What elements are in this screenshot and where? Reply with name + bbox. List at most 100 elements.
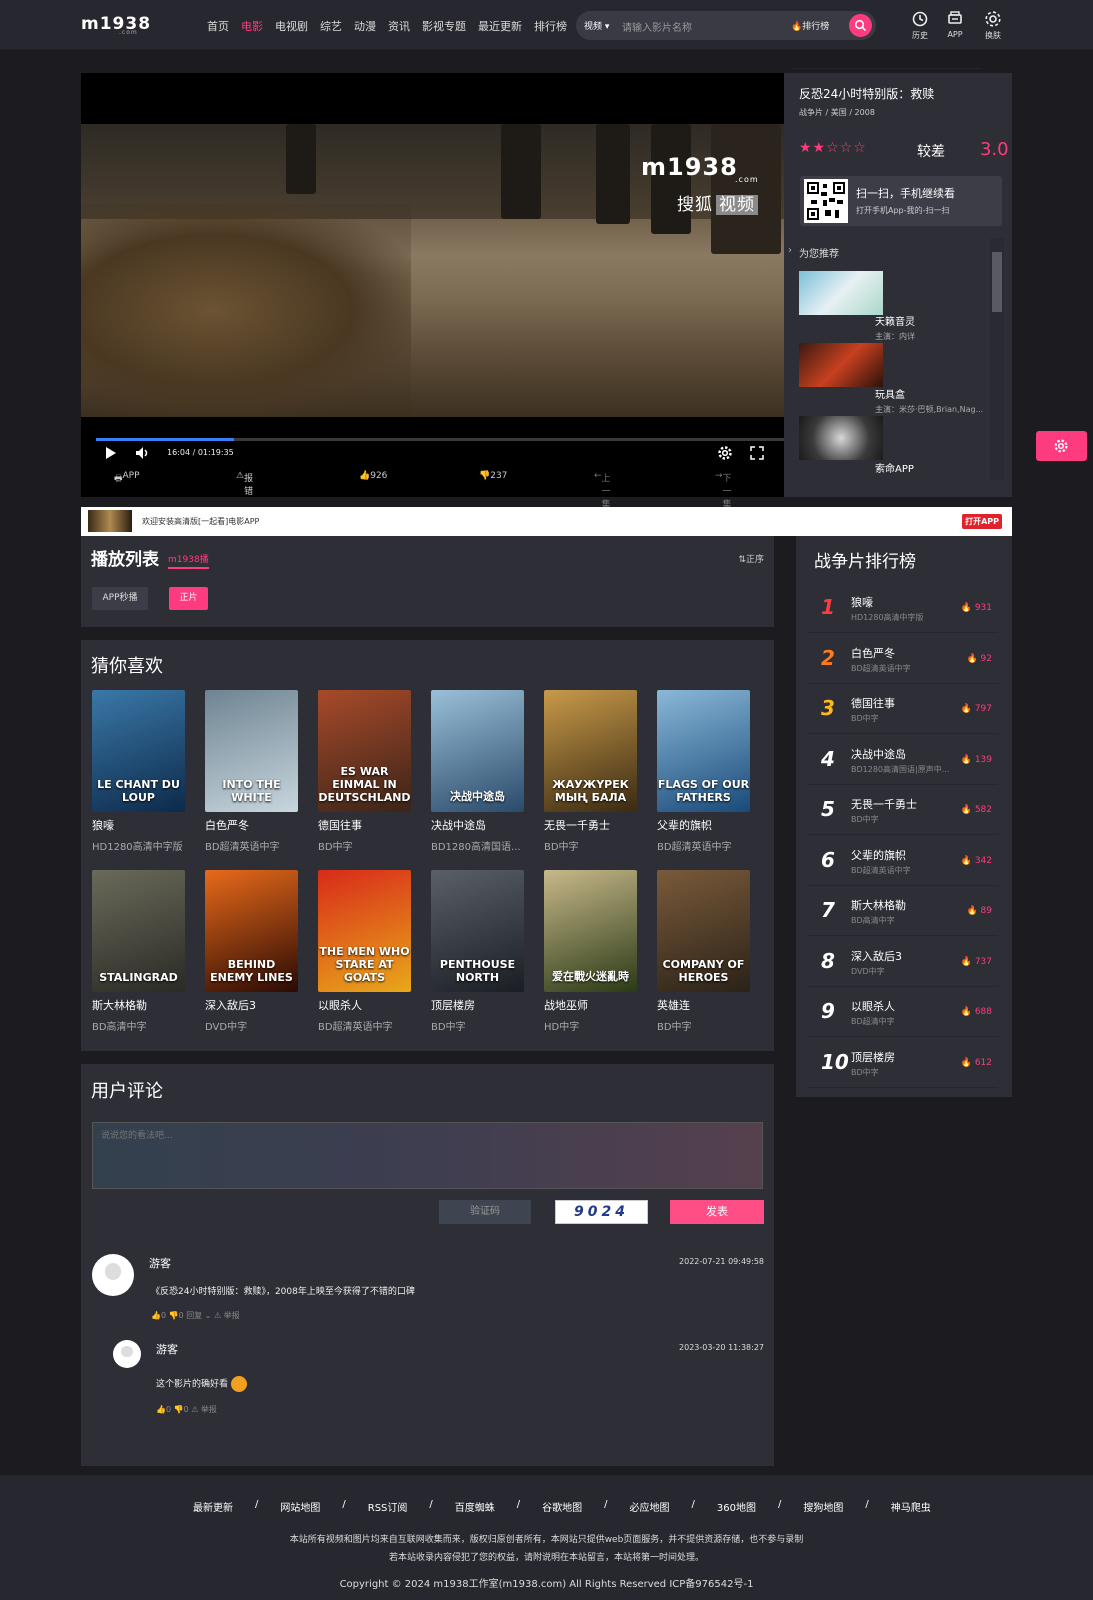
comment-actions[interactable]: 👍0 👎0 回复 ⌄ ⚠ 举报 <box>151 1310 240 1321</box>
prev-episode[interactable]: ← 上一集 <box>594 471 611 510</box>
settings-button[interactable] <box>718 446 732 463</box>
captcha-input[interactable]: 验证码 <box>439 1200 531 1224</box>
movie-card[interactable]: LE CHANT DU LOUP 狼嚎 HD1280高清中字版 <box>92 690 185 853</box>
nav-item[interactable]: 首页 <box>207 18 229 34</box>
footer-link[interactable]: 网站地图 <box>280 1499 320 1514</box>
movie-card[interactable]: FLAGS OF OUR FATHERS 父辈的旗帜 BD超清英语中字 <box>657 690 750 853</box>
recommend-thumb[interactable] <box>799 343 883 387</box>
movie-card[interactable]: ЖАУЖҮРЕК МЫҢ БАЛА 无畏一千勇士 BD中字 <box>544 690 637 853</box>
fullscreen-button[interactable] <box>750 446 764 463</box>
movie-card[interactable]: THE MEN WHO STARE AT GOATS 以眼杀人 BD超清英语中字 <box>318 870 411 1033</box>
movie-poster[interactable]: ES WAR EINMAL IN DEUTSCHLAND <box>318 690 411 812</box>
movie-poster[interactable]: COMPANY OF HEROES <box>657 870 750 992</box>
skin-button[interactable]: 换肤 <box>978 10 1008 41</box>
movie-poster[interactable]: PENTHOUSE NORTH <box>431 870 524 992</box>
rank-title[interactable]: 父辈的旗帜 <box>851 847 906 863</box>
movie-title[interactable]: 以眼杀人 <box>318 997 411 1013</box>
movie-card[interactable]: INTO THE WHITE 白色严冬 BD超清英语中字 <box>205 690 298 853</box>
footer-link[interactable]: 神马爬虫 <box>891 1499 931 1514</box>
movie-title[interactable]: 父辈的旗帜 <box>657 817 750 833</box>
rank-title[interactable]: 狼嚎 <box>851 594 873 610</box>
search-input[interactable]: 请输入影片名称 <box>622 19 692 34</box>
volume-button[interactable] <box>135 446 151 463</box>
rank-item[interactable]: 4 决战中途岛 BD1280高清国语|原声中... 🔥 139 <box>808 735 998 785</box>
movie-poster[interactable]: 决战中途岛 <box>431 690 524 812</box>
rank-title[interactable]: 斯大林格勒 <box>851 897 906 913</box>
video-frame[interactable]: m1938 .com 搜狐 视频 <box>81 124 784 417</box>
nav-item[interactable]: 影视专题 <box>422 18 466 34</box>
app-link[interactable]: 🖶 APP <box>114 471 140 487</box>
movie-title[interactable]: 英雄连 <box>657 997 750 1013</box>
footer-link[interactable]: 谷歌地图 <box>542 1499 582 1514</box>
nav-item[interactable]: 综艺 <box>320 18 342 34</box>
rank-item[interactable]: 2 白色严冬 BD超清英语中字 🔥 92 <box>808 634 998 684</box>
rank-item[interactable]: 5 无畏一千勇士 BD中字 🔥 582 <box>808 785 998 835</box>
footer-link[interactable]: 必应地图 <box>630 1499 670 1514</box>
dislike-button[interactable]: 👎 237 <box>479 471 507 481</box>
rating-stars[interactable]: ★★☆☆☆ <box>799 140 867 156</box>
captcha-image[interactable]: 9024 <box>555 1200 648 1224</box>
rank-title[interactable]: 深入敌后3 <box>851 948 902 964</box>
next-episode[interactable]: → 下一集 <box>715 471 732 510</box>
recommend-title[interactable]: 索命APP <box>875 460 914 475</box>
report-link[interactable]: ⚠ 报错 <box>236 471 253 497</box>
movie-poster[interactable]: INTO THE WHITE <box>205 690 298 812</box>
movie-poster[interactable]: FLAGS OF OUR FATHERS <box>657 690 750 812</box>
rank-title[interactable]: 德国往事 <box>851 695 895 711</box>
rank-item[interactable]: 3 德国往事 BD中字 🔥 797 <box>808 684 998 734</box>
nav-item[interactable]: 资讯 <box>388 18 410 34</box>
footer-link[interactable]: 最新更新 <box>193 1499 233 1514</box>
app-banner[interactable]: 欢迎安装高清版[一起看]电影APP 打开APP <box>81 507 1012 536</box>
rank-item[interactable]: 6 父辈的旗帜 BD超清英语中字 🔥 342 <box>808 836 998 886</box>
movie-poster[interactable]: 爱在戰火迷亂時 <box>544 870 637 992</box>
movie-title[interactable]: 德国往事 <box>318 817 411 833</box>
rank-title[interactable]: 决战中途岛 <box>851 746 906 762</box>
movie-poster[interactable]: ЖАУЖҮРЕК МЫҢ БАЛА <box>544 690 637 812</box>
episode-app-button[interactable]: APP秒播 <box>92 587 148 610</box>
movie-title[interactable]: 无畏一千勇士 <box>544 817 637 833</box>
movie-title[interactable]: 狼嚎 <box>92 817 185 833</box>
comment-actions[interactable]: 👍0 👎0 ⚠ 举报 <box>156 1404 217 1415</box>
recommend-title[interactable]: 天籁音灵 <box>875 313 915 328</box>
sort-order-button[interactable]: ⇅正序 <box>738 552 764 565</box>
comment-textarea[interactable] <box>92 1122 763 1189</box>
movie-card[interactable]: 爱在戰火迷亂時 战地巫师 HD中字 <box>544 870 637 1033</box>
movie-card[interactable]: COMPANY OF HEROES 英雄连 BD中字 <box>657 870 750 1033</box>
movie-card[interactable]: 决战中途岛 决战中途岛 BD1280高清国语... <box>431 690 524 853</box>
movie-poster[interactable]: THE MEN WHO STARE AT GOATS <box>318 870 411 992</box>
movie-card[interactable]: PENTHOUSE NORTH 顶层楼房 BD中字 <box>431 870 524 1033</box>
collapse-arrow-icon[interactable]: › <box>788 245 792 256</box>
movie-title[interactable]: 战地巫师 <box>544 997 637 1013</box>
floating-settings-button[interactable] <box>1036 431 1087 461</box>
playlist-source-tab[interactable]: m1938播 <box>168 552 209 569</box>
movie-title[interactable]: 顶层楼房 <box>431 997 524 1013</box>
rank-item[interactable]: 7 斯大林格勒 BD高清中字 🔥 89 <box>808 886 998 936</box>
rank-item[interactable]: 10 顶层楼房 BD中字 🔥 612 <box>808 1038 998 1088</box>
nav-item[interactable]: 动漫 <box>354 18 376 34</box>
like-button[interactable]: 👍 926 <box>359 471 387 481</box>
recommend-thumb[interactable] <box>799 416 883 460</box>
nav-item[interactable]: 电视剧 <box>275 18 308 34</box>
app-button[interactable]: APP <box>940 10 970 39</box>
recommend-thumb[interactable] <box>799 271 883 315</box>
movie-card[interactable]: ES WAR EINMAL IN DEUTSCHLAND 德国往事 BD中字 <box>318 690 411 853</box>
movie-poster[interactable]: LE CHANT DU LOUP <box>92 690 185 812</box>
open-app-button[interactable]: 打开APP <box>962 514 1002 529</box>
search-category-select[interactable]: 视频 ▾ <box>584 19 609 32</box>
rank-item[interactable]: 1 狼嚎 HD1280高清中字版 🔥 931 <box>808 583 998 633</box>
episode-main-button[interactable]: 正片 <box>169 587 208 610</box>
nav-item[interactable]: 排行榜 <box>534 18 567 34</box>
rank-title[interactable]: 无畏一千勇士 <box>851 796 917 812</box>
footer-link[interactable]: RSS订阅 <box>368 1499 408 1514</box>
rank-item[interactable]: 9 以眼杀人 BD超清中字 🔥 688 <box>808 987 998 1037</box>
movie-card[interactable]: BEHIND ENEMY LINES 深入敌后3 DVD中字 <box>205 870 298 1033</box>
rank-title[interactable]: 顶层楼房 <box>851 1049 895 1065</box>
search-button[interactable] <box>849 14 872 37</box>
site-logo[interactable]: m1938 .com <box>81 14 151 36</box>
rank-title[interactable]: 白色严冬 <box>851 645 895 661</box>
footer-link[interactable]: 360地图 <box>717 1499 756 1514</box>
movie-card[interactable]: STALINGRAD 斯大林格勒 BD高清中字 <box>92 870 185 1033</box>
seek-bar[interactable] <box>96 438 801 441</box>
nav-item[interactable]: 最近更新 <box>478 18 522 34</box>
recommend-title[interactable]: 玩具盒 <box>875 386 905 401</box>
